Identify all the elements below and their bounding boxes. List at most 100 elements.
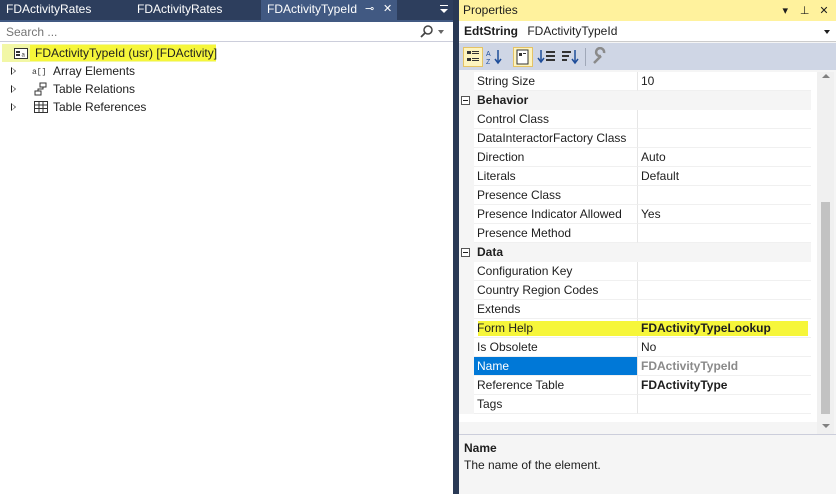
close-icon[interactable]: ✕ bbox=[816, 1, 832, 22]
collapse-icon[interactable] bbox=[461, 96, 470, 105]
collapse-icon[interactable] bbox=[461, 248, 470, 257]
scroll-down-icon[interactable] bbox=[822, 424, 830, 428]
array-icon: a[] bbox=[32, 64, 46, 78]
category-behavior[interactable]: Behavior bbox=[459, 91, 817, 110]
pin-icon[interactable]: ⊥ bbox=[797, 1, 813, 22]
toolbar-separator bbox=[585, 48, 586, 66]
expand-all-icon[interactable] bbox=[537, 47, 557, 67]
element-tree: a FDActivityTypeId (usr) [FDActivity] a[… bbox=[0, 44, 453, 116]
svg-text:Z: Z bbox=[486, 59, 491, 66]
scroll-up-icon[interactable] bbox=[822, 74, 830, 78]
alphabetical-icon[interactable]: A Z bbox=[485, 47, 505, 67]
property-name: Tags bbox=[474, 395, 638, 414]
property-row-reference-table[interactable]: Reference Table FDActivityType bbox=[459, 376, 817, 395]
category-label: Behavior bbox=[477, 93, 529, 107]
expand-icon[interactable] bbox=[11, 67, 16, 75]
property-value[interactable] bbox=[638, 262, 811, 281]
property-value[interactable] bbox=[638, 300, 811, 319]
property-name: Presence Indicator Allowed bbox=[474, 205, 638, 224]
expand-icon[interactable] bbox=[11, 85, 16, 93]
categorized-icon[interactable] bbox=[463, 47, 483, 67]
relation-icon bbox=[34, 82, 48, 96]
property-value[interactable]: Default bbox=[638, 167, 811, 186]
property-name: Country Region Codes bbox=[474, 281, 638, 300]
property-name: Literals bbox=[474, 167, 638, 186]
search-input[interactable] bbox=[2, 23, 402, 40]
property-name: Presence Method bbox=[474, 224, 638, 243]
category-data[interactable]: Data bbox=[459, 243, 817, 262]
property-value[interactable] bbox=[638, 129, 811, 148]
property-row-presence-class[interactable]: Presence Class bbox=[459, 186, 817, 205]
property-value[interactable]: 10 bbox=[638, 72, 811, 91]
property-name: DataInteractorFactory Class bbox=[474, 129, 638, 148]
property-row-configuration-key[interactable]: Configuration Key bbox=[459, 262, 817, 281]
tree-node-array-elements[interactable]: a[] Array Elements bbox=[0, 62, 453, 80]
property-grid: String Size 10 Behavior Control Class Da… bbox=[459, 72, 817, 422]
property-value[interactable]: FDActivityTypeLookup bbox=[638, 319, 811, 338]
object-type: EdtString bbox=[464, 24, 518, 38]
expand-icon[interactable] bbox=[11, 103, 16, 111]
pin-icon[interactable]: ⊸ bbox=[365, 0, 374, 19]
property-row-presence-method[interactable]: Presence Method bbox=[459, 224, 817, 243]
property-name: Presence Class bbox=[474, 186, 638, 205]
description-text: The name of the element. bbox=[464, 458, 601, 472]
description-title: Name bbox=[464, 441, 497, 455]
property-grid-scrollbar[interactable] bbox=[817, 72, 834, 434]
property-name: Direction bbox=[474, 148, 638, 167]
property-row-extends[interactable]: Extends bbox=[459, 300, 817, 319]
property-name: Control Class bbox=[474, 110, 638, 129]
properties-title-bar: Properties ▾ ⊥ ✕ bbox=[459, 0, 836, 21]
property-value[interactable]: Yes bbox=[638, 205, 811, 224]
property-row-presence-indicator-allowed[interactable]: Presence Indicator Allowed Yes bbox=[459, 205, 817, 224]
property-row-control-class[interactable]: Control Class bbox=[459, 110, 817, 129]
property-row-literals[interactable]: Literals Default bbox=[459, 167, 817, 186]
tab-label: FDActivityRates bbox=[6, 2, 92, 16]
property-row-string-size[interactable]: String Size 10 bbox=[459, 72, 817, 91]
svg-text:a[]: a[] bbox=[32, 68, 46, 77]
window-menu-icon[interactable]: ▾ bbox=[777, 1, 793, 22]
tab-fdactivityrates-2[interactable]: FDActivityRates bbox=[131, 0, 259, 20]
property-row-datainteractorfactory-class[interactable]: DataInteractorFactory Class bbox=[459, 129, 817, 148]
property-row-name[interactable]: Name FDActivityTypeId bbox=[459, 357, 817, 376]
properties-window: Properties ▾ ⊥ ✕ EdtString FDActivityTyp… bbox=[459, 0, 836, 494]
tab-overflow-dropdown-icon[interactable] bbox=[438, 2, 450, 16]
object-selector[interactable]: EdtString FDActivityTypeId bbox=[459, 21, 836, 42]
property-value[interactable] bbox=[638, 110, 811, 129]
property-value[interactable]: FDActivityType bbox=[638, 376, 811, 395]
property-value[interactable]: FDActivityTypeId bbox=[638, 357, 811, 376]
tree-node-table-references[interactable]: Table References bbox=[0, 98, 453, 116]
property-row-country-region-codes[interactable]: Country Region Codes bbox=[459, 281, 817, 300]
property-pages-icon[interactable] bbox=[513, 47, 533, 67]
chevron-down-icon[interactable] bbox=[824, 30, 830, 34]
close-icon[interactable]: ✕ bbox=[383, 0, 392, 19]
property-value[interactable] bbox=[638, 186, 811, 205]
property-value[interactable] bbox=[638, 224, 811, 243]
property-value[interactable] bbox=[638, 395, 811, 414]
scroll-thumb[interactable] bbox=[821, 202, 830, 414]
tree-root-node[interactable]: a FDActivityTypeId (usr) [FDActivity] bbox=[0, 44, 453, 62]
tree-node-label: Array Elements bbox=[53, 64, 136, 78]
property-row-form-help[interactable]: Form Help FDActivityTypeLookup bbox=[459, 319, 817, 338]
property-row-is-obsolete[interactable]: Is Obsolete No bbox=[459, 338, 817, 357]
svg-text:A: A bbox=[486, 51, 491, 58]
wrench-icon[interactable] bbox=[590, 46, 610, 67]
tree-node-label: Table References bbox=[53, 100, 147, 114]
property-value[interactable]: Auto bbox=[638, 148, 811, 167]
property-value[interactable] bbox=[638, 281, 811, 300]
property-value-text: FDActivityTypeLookup bbox=[641, 321, 771, 335]
search-icon[interactable] bbox=[420, 24, 448, 40]
property-value[interactable]: No bbox=[638, 338, 811, 357]
sort-icon[interactable] bbox=[560, 47, 580, 67]
properties-title: Properties bbox=[463, 3, 518, 17]
search-bar bbox=[0, 22, 453, 42]
property-name: Extends bbox=[474, 300, 638, 319]
property-row-tags[interactable]: Tags bbox=[459, 395, 817, 414]
tab-label: FDActivityTypeId bbox=[267, 2, 358, 16]
tree-root-label: FDActivityTypeId (usr) [FDActivity] bbox=[35, 46, 218, 60]
tab-fdactivityrates-1[interactable]: FDActivityRates bbox=[0, 0, 128, 20]
description-pane: Name The name of the element. bbox=[459, 434, 836, 494]
tree-node-label: Table Relations bbox=[53, 82, 136, 96]
tab-fdactivitytypeid[interactable]: FDActivityTypeId ⊸ ✕ bbox=[261, 0, 397, 20]
property-row-direction[interactable]: Direction Auto bbox=[459, 148, 817, 167]
tree-node-table-relations[interactable]: Table Relations bbox=[0, 80, 453, 98]
